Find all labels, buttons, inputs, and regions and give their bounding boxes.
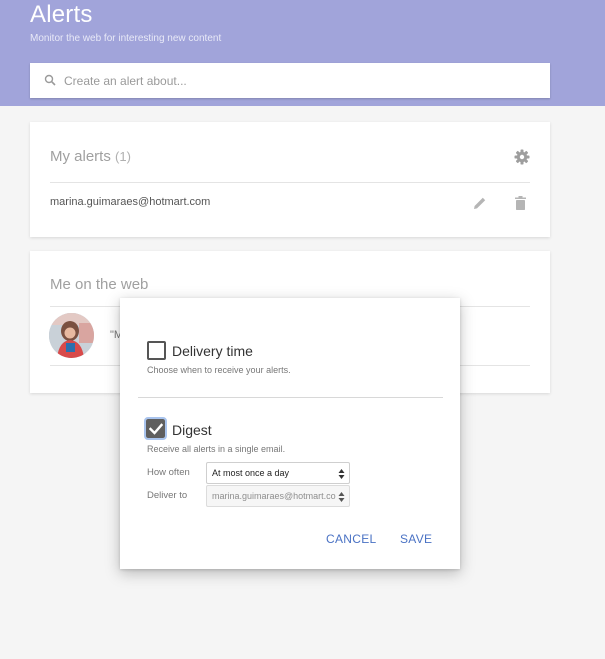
delivery-dialog: Delivery time Choose when to receive you…	[120, 298, 460, 569]
header: Alerts Monitor the web for interesting n…	[0, 0, 605, 106]
my-alerts-title: My alerts (1)	[50, 148, 131, 165]
digest-description: Receive all alerts in a single email.	[147, 444, 286, 454]
cancel-button[interactable]: CANCEL	[326, 532, 376, 546]
page-title: Alerts	[30, 1, 93, 28]
gear-icon[interactable]	[514, 149, 530, 165]
me-on-web-title: Me on the web	[50, 276, 149, 293]
search-icon	[44, 74, 56, 86]
avatar-photo	[49, 313, 94, 358]
check-icon	[149, 423, 163, 435]
select-arrows-icon	[338, 492, 345, 502]
save-button[interactable]: SAVE	[400, 532, 432, 546]
deliver-to-select[interactable]: marina.guimaraes@hotmart.co	[206, 485, 350, 507]
my-alerts-card: My alerts (1) marina.guimaraes@hotmart.c…	[30, 122, 550, 237]
deliver-to-value: marina.guimaraes@hotmart.co	[212, 491, 336, 501]
alert-item-email[interactable]: marina.guimaraes@hotmart.com	[50, 196, 210, 208]
how-often-value: At most once a day	[212, 468, 290, 478]
avatar	[49, 313, 94, 358]
digest-checkbox[interactable]	[144, 417, 167, 440]
edit-icon[interactable]	[473, 196, 487, 210]
dialog-divider	[138, 397, 443, 398]
deliver-to-label: Deliver to	[147, 490, 188, 501]
select-arrows-icon	[338, 469, 345, 479]
delivery-time-checkbox[interactable]	[147, 341, 166, 360]
my-alerts-label: My alerts	[50, 148, 111, 165]
how-often-select[interactable]: At most once a day	[206, 462, 350, 484]
search-box[interactable]	[30, 63, 550, 98]
how-often-label: How often	[147, 467, 190, 478]
alerts-count: (1)	[115, 149, 131, 164]
digest-label: Digest	[172, 422, 212, 438]
search-input[interactable]	[62, 63, 542, 98]
delete-icon[interactable]	[515, 196, 526, 210]
divider	[50, 182, 530, 183]
delivery-time-label: Delivery time	[172, 343, 253, 359]
page-subtitle: Monitor the web for interesting new cont…	[30, 33, 222, 44]
delivery-time-description: Choose when to receive your alerts.	[147, 365, 291, 375]
